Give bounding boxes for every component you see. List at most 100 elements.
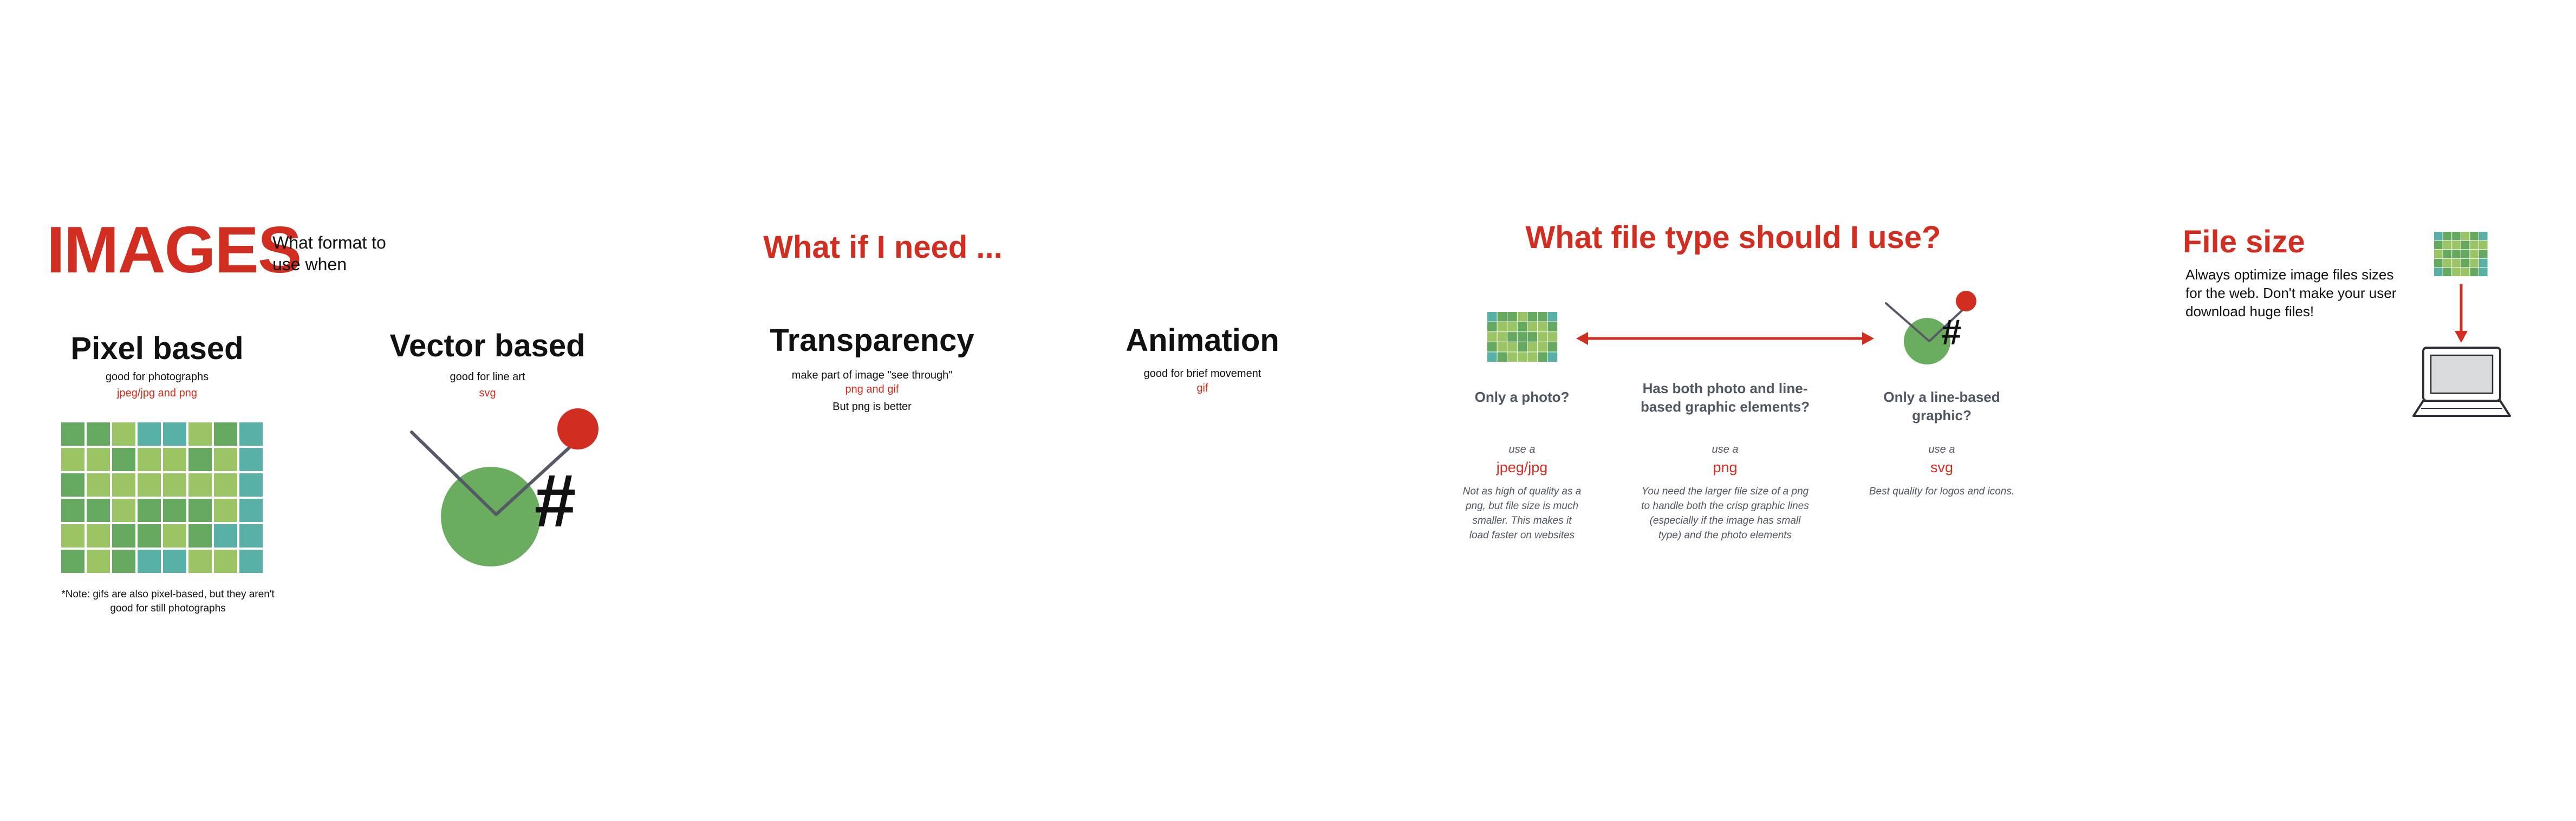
page-title: IMAGES [47, 213, 302, 286]
pixel-cell [138, 448, 161, 471]
pixel-thumb-cell [1507, 312, 1517, 322]
question-line: Only a line-based graphic? [1883, 389, 2000, 423]
pixel-cell [188, 422, 212, 446]
pixel-thumb-cell [1497, 312, 1507, 322]
pixel-thumb-cell [1527, 312, 1537, 322]
pixel-cell [61, 422, 84, 446]
pixel-thumb-cell [1507, 322, 1517, 332]
pixel-cell [138, 422, 161, 446]
pixel-based-title: Pixel based [70, 331, 244, 366]
pixel-cell [188, 499, 212, 522]
filesize-pixel-cell [2434, 258, 2443, 268]
pixel-grid-icon [61, 422, 263, 573]
desc-jpeg: Not as high of quality as a png, but fil… [1462, 486, 1582, 541]
use-a-label-2: use a [1712, 444, 1739, 455]
filesize-pixel-cell [2479, 250, 2488, 258]
pixel-cell [188, 550, 212, 573]
pixel-thumb-cell [1497, 342, 1507, 352]
filesize-pixel-cell [2479, 232, 2488, 240]
pixel-thumb-cell [1497, 322, 1507, 332]
pixel-based-formats: jpeg/jpg and png [117, 387, 197, 399]
pixel-cell [163, 550, 186, 573]
pixel-thumb-cell [1507, 352, 1517, 362]
vector-based-formats: svg [479, 387, 496, 399]
pixel-thumb-cell [1487, 342, 1497, 352]
pixel-cell [138, 550, 161, 573]
filesize-pixel-cell [2461, 240, 2470, 250]
pixel-cell [214, 422, 237, 446]
pixel-cell [163, 422, 186, 446]
pixel-based-desc: good for photographs [105, 371, 209, 383]
vector-red-dot [557, 408, 599, 449]
filesize-pixel-cell [2470, 268, 2479, 276]
pixel-cell [112, 550, 135, 573]
pixel-cell [61, 473, 84, 497]
pixel-cell [87, 524, 110, 548]
pixel-cell [112, 473, 135, 497]
pixel-thumb-cell [1527, 342, 1537, 352]
pixel-thumb-cell [1487, 312, 1497, 322]
desc-svg: Best quality for logos and icons. [1869, 486, 2015, 497]
laptop-display [2430, 354, 2494, 394]
pixel-thumb-cell [1527, 352, 1537, 362]
pixel-cell [61, 448, 84, 471]
filesize-pixel-cell [2434, 250, 2443, 258]
filesize-pixel-cell [2443, 268, 2452, 276]
question-both: Has both photo and line-based graphic el… [1640, 380, 1810, 415]
pixel-cell [87, 550, 110, 573]
transparency-desc: make part of image "see through" [791, 369, 953, 381]
pixel-thumb-cell [1538, 342, 1547, 352]
filetype-heading: What file type should I use? [1525, 220, 1941, 255]
vector-based-title: Vector based [389, 328, 586, 363]
pixel-thumb-cell [1517, 352, 1527, 362]
filesize-pixel-cell [2452, 250, 2461, 258]
arrow-head-right [1862, 332, 1874, 345]
pixel-cell [188, 448, 212, 471]
vector-hash-glyph: # [535, 459, 576, 543]
vector-thumb-hash: # [1942, 312, 1962, 352]
transparency-title: Transparency [770, 323, 974, 358]
pixel-thumb-cell [1538, 322, 1547, 332]
pixel-cell [239, 550, 263, 573]
format-jpeg: jpeg/jpg [1496, 459, 1548, 475]
pixel-cell [239, 499, 263, 522]
pixel-thumb-cell [1517, 322, 1527, 332]
pixel-thumbnail-icon [1487, 312, 1558, 362]
pixel-thumb-cell [1538, 312, 1547, 322]
filesize-pixel-cell [2470, 240, 2479, 250]
pixel-cell [138, 499, 161, 522]
filesize-pixel-cell [2470, 258, 2479, 268]
use-a-label-1: use a [1508, 444, 1536, 455]
pixel-cell [61, 524, 84, 548]
pixel-cell [188, 524, 212, 548]
filesize-pixel-icon [2434, 232, 2488, 276]
pixel-thumb-cell [1517, 332, 1527, 342]
vector-based-desc: good for line art [450, 371, 525, 383]
pixel-cell [112, 524, 135, 548]
vector-thumbnail-icon: # [1885, 291, 1976, 364]
pixel-cell [87, 499, 110, 522]
filesize-pixel-cell [2443, 258, 2452, 268]
filesize-pixel-cell [2461, 258, 2470, 268]
pixel-cell [214, 448, 237, 471]
question-photo: Only a photo? [1474, 389, 1570, 405]
pixel-cell [214, 473, 237, 497]
filesize-pixel-cell [2434, 232, 2443, 240]
filesize-pixel-cell [2470, 232, 2479, 240]
pixel-based-note: *Note: gifs are also pixel-based, but th… [61, 589, 275, 614]
filesize-heading: File size [2183, 224, 2305, 259]
filesize-pixel-cell [2461, 268, 2470, 276]
filesize-pixel-cell [2443, 232, 2452, 240]
pixel-cell [239, 524, 263, 548]
animation-title: Animation [1126, 323, 1279, 358]
vector-thumb-dot [1956, 291, 1976, 311]
filesize-text: Always optimize image files sizes for th… [2185, 266, 2397, 320]
pixel-cell [214, 499, 237, 522]
format-png: png [1713, 459, 1738, 475]
needs-heading: What if I need ... [763, 230, 1003, 265]
double-arrow-icon [1576, 332, 1874, 345]
arrow-head-left [1576, 332, 1588, 345]
filesize-pixel-cell [2452, 240, 2461, 250]
vector-green-circle [441, 467, 541, 566]
filesize-pixel-cell [2452, 232, 2461, 240]
